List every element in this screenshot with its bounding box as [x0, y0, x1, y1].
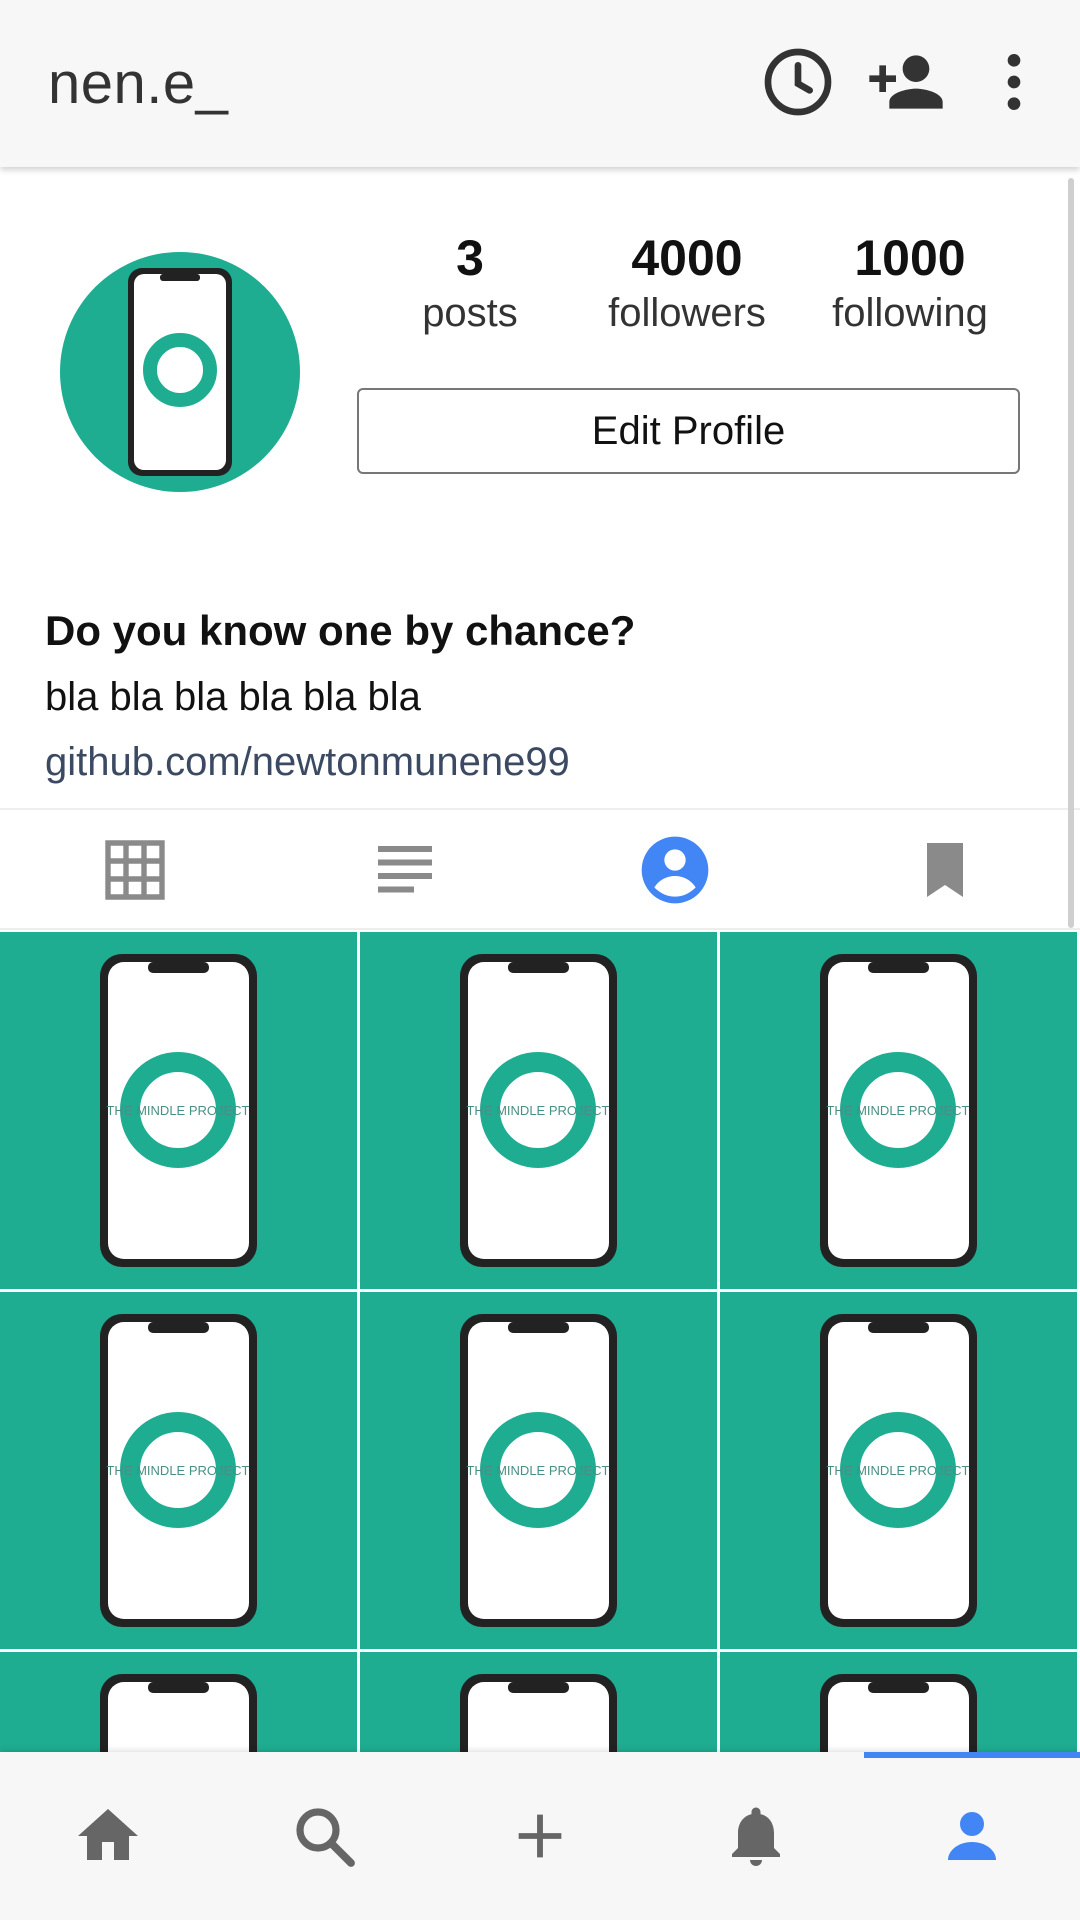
nav-add[interactable] — [432, 1752, 648, 1920]
nav-notifications[interactable] — [648, 1752, 864, 1920]
post-image: THE MINDLE PROJECT — [820, 954, 977, 1267]
post-image: THE MINDLE PROJECT — [100, 1314, 257, 1627]
post-tile[interactable]: THE MINDLE PROJECT — [360, 1652, 717, 1752]
post-tile[interactable]: THE MINDLE PROJECT — [720, 1292, 1077, 1649]
post-tile[interactable]: THE MINDLE PROJECT — [720, 1652, 1077, 1752]
bookmark-icon — [927, 843, 963, 897]
grid-icon — [105, 840, 165, 900]
posts-grid: THE MINDLE PROJECT THE MINDLE PROJECT TH… — [0, 932, 1080, 1752]
bio-name: Do you know one by chance? — [45, 607, 636, 654]
post-image: THE MINDLE PROJECT — [460, 1674, 617, 1752]
post-image: THE MINDLE PROJECT — [820, 1674, 977, 1752]
history-icon[interactable] — [758, 42, 838, 122]
account-circle-icon — [641, 836, 709, 904]
edit-profile-button[interactable]: Edit Profile — [357, 388, 1020, 474]
search-icon — [296, 1808, 355, 1867]
tab-saved[interactable] — [810, 810, 1080, 930]
tab-tagged[interactable] — [540, 810, 810, 930]
more-vert-icon[interactable] — [974, 42, 1054, 122]
post-image-logo-text: THE MINDLE PROJECT — [466, 1463, 609, 1478]
scrollbar[interactable] — [1068, 178, 1074, 928]
post-image-logo-text: THE MINDLE PROJECT — [106, 1463, 249, 1478]
bio-link[interactable]: github.com/newtonmunene99 — [45, 740, 570, 785]
profile-header: 3 posts 4000 followers 1000 following Ed… — [0, 167, 1080, 807]
post-tile[interactable]: THE MINDLE PROJECT — [360, 1292, 717, 1649]
post-tile[interactable]: THE MINDLE PROJECT — [0, 1652, 357, 1752]
post-image-logo-text: THE MINDLE PROJECT — [106, 1103, 249, 1118]
home-icon — [78, 1809, 138, 1860]
bell-icon — [732, 1807, 780, 1866]
add-person-icon[interactable] — [866, 42, 946, 122]
tab-grid[interactable] — [0, 810, 270, 930]
profile-tabs — [0, 808, 1080, 930]
profile-stats: 3 posts 4000 followers 1000 following — [360, 229, 1020, 349]
post-image-logo-text: THE MINDLE PROJECT — [466, 1103, 609, 1118]
tab-list[interactable] — [270, 810, 540, 930]
stat-followers[interactable]: 4000 followers — [577, 229, 797, 339]
bottom-navigation — [0, 1752, 1080, 1920]
nav-search[interactable] — [216, 1752, 432, 1920]
post-image-logo-text: THE MINDLE PROJECT — [826, 1463, 969, 1478]
list-icon — [378, 846, 432, 893]
post-tile[interactable]: THE MINDLE PROJECT — [0, 932, 357, 1289]
post-tile[interactable]: THE MINDLE PROJECT — [720, 932, 1077, 1289]
post-tile[interactable]: THE MINDLE PROJECT — [360, 932, 717, 1289]
stat-value: 1000 — [854, 230, 966, 286]
stat-label: posts — [422, 291, 518, 335]
stat-value: 4000 — [631, 230, 743, 286]
bio-text: bla bla bla bla bla bla — [45, 675, 421, 719]
post-tile[interactable]: THE MINDLE PROJECT — [0, 1292, 357, 1649]
post-image: THE MINDLE PROJECT — [100, 954, 257, 1267]
nav-home[interactable] — [0, 1752, 216, 1920]
stat-value: 3 — [456, 230, 484, 286]
nav-profile[interactable] — [864, 1752, 1080, 1920]
username-title: nen.e_ — [48, 51, 229, 116]
post-image-logo-text: THE MINDLE PROJECT — [826, 1103, 969, 1118]
post-image: THE MINDLE PROJECT — [820, 1314, 977, 1627]
stat-label: following — [832, 291, 988, 335]
post-image: THE MINDLE PROJECT — [460, 954, 617, 1267]
post-image: THE MINDLE PROJECT — [460, 1314, 617, 1627]
stat-posts[interactable]: 3 posts — [360, 229, 580, 339]
avatar[interactable] — [60, 252, 300, 492]
stat-following[interactable]: 1000 following — [800, 229, 1020, 339]
person-icon — [948, 1812, 996, 1860]
post-image: THE MINDLE PROJECT — [100, 1674, 257, 1752]
add-icon — [518, 1814, 562, 1858]
stat-label: followers — [608, 291, 766, 335]
app-bar: nen.e_ — [0, 0, 1080, 167]
